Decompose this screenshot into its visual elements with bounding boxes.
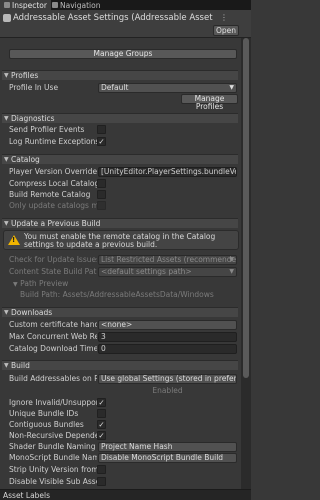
strip-unity-version-checkbox[interactable] (97, 465, 106, 474)
tab-inspector[interactable]: Inspector (0, 0, 51, 10)
ignore-invalid-checkbox[interactable]: ✓ (97, 398, 106, 407)
build-addressables-row: Build Addressables on Playe (9, 374, 97, 383)
strip-unity-version-row: Strip Unity Version from Ass (9, 465, 97, 474)
remote-catalog-warning: ! You must enable the remote catalog in … (3, 230, 239, 250)
shader-bundle-naming-row: Shader Bundle Naming Pref (9, 442, 97, 451)
shader-bundle-naming-dropdown[interactable]: Project Name Hash (98, 442, 237, 452)
contiguous-bundles-checkbox[interactable]: ✓ (97, 420, 106, 429)
asset-settings-icon (3, 14, 11, 22)
chevron-down-icon: ▼ (4, 220, 9, 227)
disable-visible-sub-asset-checkbox[interactable] (97, 477, 106, 486)
log-runtime-exceptions-row: Log Runtime Exceptions (9, 137, 97, 146)
compress-local-catalog-checkbox[interactable] (97, 179, 106, 188)
max-concurrent-requests-field[interactable]: 3 (98, 332, 237, 342)
inspector-scrollbar[interactable] (241, 38, 251, 500)
contiguous-bundles-row: Contiguous Bundles (9, 420, 84, 429)
chevron-down-icon: ▼ (4, 309, 9, 316)
compress-local-catalog-row: Compress Local Catalog (9, 179, 97, 188)
monoscript-bundle-naming-dropdown[interactable]: Disable MonoScript Bundle Build (98, 453, 237, 463)
catalog-download-timeout-row: Catalog Download Timeout (9, 344, 97, 353)
content-state-build-path-row: Content State Build Path (9, 267, 97, 276)
content-state-build-path-dropdown[interactable]: <default settings path> ▼ (98, 267, 237, 277)
build-remote-catalog-row: Build Remote Catalog (9, 190, 91, 199)
enabled-status: Enabled (152, 386, 183, 395)
dropdown-arrow-icon: ▼ (229, 84, 234, 91)
certificate-handler-dropdown[interactable]: <none> (98, 320, 237, 330)
send-profiler-events-row: Send Profiler Events (9, 125, 85, 134)
chevron-down-icon: ▼ (4, 72, 9, 79)
path-preview-value: Build Path: Assets/AddressableAssetsData… (20, 290, 214, 299)
check-update-issues-dropdown[interactable]: List Restricted Assets (recommended) ▼ (98, 255, 237, 265)
only-update-catalogs-row: Only update catalogs manu (9, 201, 97, 210)
only-update-catalogs-checkbox[interactable] (97, 201, 106, 210)
unique-bundle-ids-checkbox[interactable] (97, 409, 106, 418)
max-concurrent-requests-row: Max Concurrent Web Reque (9, 332, 97, 341)
non-recursive-dependency-row: Non-Recursive Dependenc (9, 431, 97, 440)
custom-certificate-handler-row: Custom certificate handler (9, 320, 97, 329)
check-update-issues-row: Check for Update Issues (9, 255, 97, 264)
chevron-down-icon: ▼ (4, 156, 9, 163)
asset-labels-bar[interactable]: Asset Labels (0, 489, 251, 500)
dropdown-arrow-icon: ▼ (229, 256, 234, 263)
section-update-previous-build[interactable]: ▼ Update a Previous Build (2, 218, 238, 228)
send-profiler-events-checkbox[interactable] (97, 125, 106, 134)
chevron-down-icon: ▼ (4, 362, 9, 369)
path-preview-foldout[interactable]: ▼ Path Preview (13, 279, 93, 289)
non-recursive-dependency-checkbox[interactable]: ✓ (97, 431, 106, 440)
monoscript-bundle-naming-row: MonoScript Bundle Naming (9, 453, 97, 462)
editor-tab-bar: Inspector Navigation (0, 0, 251, 10)
tab-navigation[interactable]: Navigation (48, 0, 104, 10)
more-options-icon[interactable]: ⋮ (220, 13, 228, 22)
catalog-download-timeout-field[interactable]: 0 (98, 344, 237, 354)
profile-dropdown[interactable]: Default ▼ (98, 83, 237, 93)
navigation-icon (52, 2, 58, 8)
scrollbar-thumb[interactable] (243, 38, 249, 378)
section-build[interactable]: ▼ Build (2, 360, 238, 370)
disable-visible-sub-asset-row: Disable Visible Sub Asset Re (9, 477, 97, 486)
inspector-icon (4, 2, 10, 8)
section-profiles[interactable]: ▼ Profiles (2, 70, 238, 80)
section-downloads[interactable]: ▼ Downloads (2, 307, 238, 317)
player-version-override-row: Player Version Override (9, 167, 97, 176)
player-version-override-field[interactable]: [UnityEditor.PlayerSettings.bundleVersio… (98, 167, 237, 177)
manage-groups-button[interactable]: Manage Groups (9, 49, 237, 59)
manage-profiles-button[interactable]: Manage Profiles (181, 94, 238, 111)
section-catalog[interactable]: ▼ Catalog (2, 154, 238, 164)
open-button[interactable]: Open (213, 25, 239, 36)
build-remote-catalog-checkbox[interactable] (97, 190, 106, 199)
unique-bundle-ids-row: Unique Bundle IDs (9, 409, 79, 418)
inspector-header: Addressable Asset Settings (Addressable … (0, 10, 251, 38)
chevron-down-icon: ▼ (4, 115, 9, 122)
dropdown-arrow-icon: ▼ (229, 268, 234, 275)
chevron-down-icon: ▼ (13, 281, 18, 288)
inspector-title: Addressable Asset Settings (Addressable … (13, 13, 213, 23)
ignore-invalid-row: Ignore Invalid/Unsupported (9, 398, 97, 407)
build-addressables-dropdown[interactable]: Use global Settings (stored in preferenc… (98, 374, 237, 384)
log-runtime-exceptions-checkbox[interactable]: ✓ (97, 137, 106, 146)
section-diagnostics[interactable]: ▼ Diagnostics (2, 113, 238, 123)
